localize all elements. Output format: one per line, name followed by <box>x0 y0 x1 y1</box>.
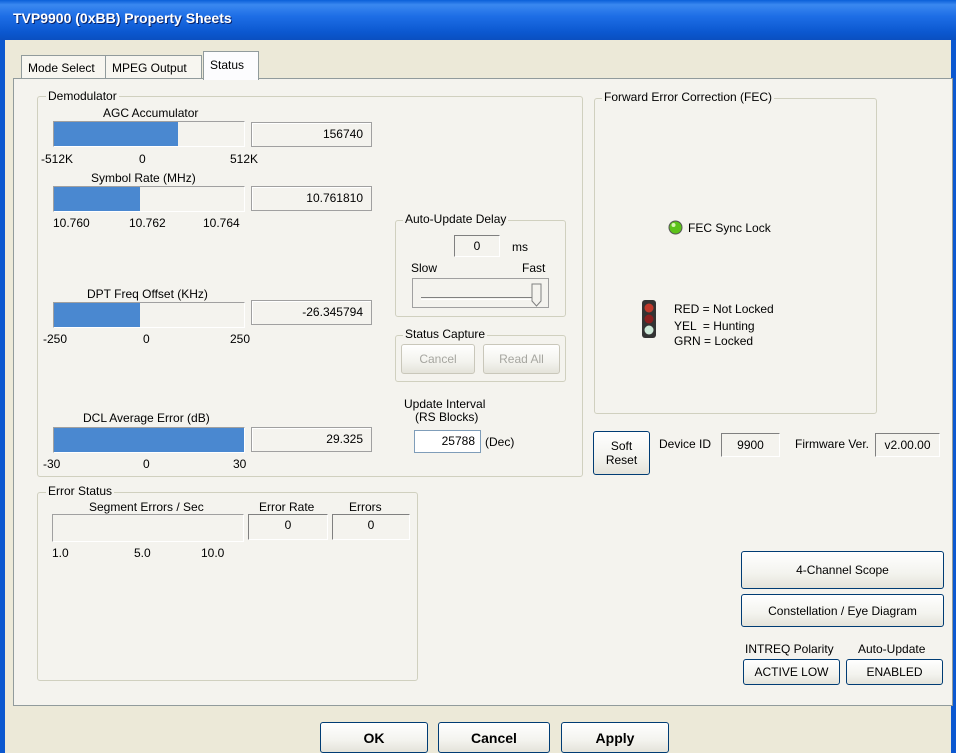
agc-label: AGC Accumulator <box>103 106 199 120</box>
fec-sync-lock-label: FEC Sync Lock <box>688 221 771 235</box>
auto-update-delay-label: Auto-Update Delay <box>403 212 509 226</box>
dpt-meter <box>53 302 245 328</box>
device-id-value: 9900 <box>721 433 780 457</box>
soft-reset-line1: Soft <box>610 439 633 453</box>
auto-update-button[interactable]: ENABLED <box>846 659 943 685</box>
soft-reset-line2: Reset <box>605 453 638 467</box>
tab-mpeg-output[interactable]: MPEG Output <box>105 55 202 79</box>
fec-group <box>594 98 877 414</box>
dcl-tick-mid: 0 <box>143 457 150 471</box>
window-title: TVP9900 (0xBB) Property Sheets <box>13 10 232 26</box>
intreq-polarity-button[interactable]: ACTIVE LOW <box>743 659 840 685</box>
errors-value: 0 <box>332 514 410 540</box>
dpt-meter-fill <box>54 303 140 327</box>
auto-update-label: Auto-Update <box>858 642 926 656</box>
dpt-label: DPT Freq Offset (KHz) <box>87 287 208 301</box>
device-id-label: Device ID <box>659 437 712 451</box>
segment-tick-mid: 5.0 <box>134 546 151 560</box>
dcl-value-box: 29.325 <box>251 427 372 452</box>
symbol-rate-meter-fill <box>54 187 140 211</box>
soft-reset-button[interactable]: Soft Reset <box>593 431 650 475</box>
dpt-tick-mid: 0 <box>143 332 150 346</box>
symbol-rate-label: Symbol Rate (MHz) <box>91 171 196 185</box>
dcl-meter <box>53 427 245 453</box>
delay-unit-label: ms <box>512 240 528 254</box>
update-interval-sublabel: (RS Blocks) <box>415 410 479 424</box>
symbol-rate-meter <box>53 186 245 212</box>
legend-yel: YEL = Hunting <box>674 319 755 333</box>
fec-sync-lock-indicator-icon <box>668 220 683 235</box>
four-channel-scope-button[interactable]: 4-Channel Scope <box>741 551 944 589</box>
error-rate-value: 0 <box>248 514 328 540</box>
error-rate-label: Error Rate <box>259 500 315 514</box>
dcl-tick-max: 30 <box>233 457 247 471</box>
slider-track <box>421 297 539 300</box>
symbol-rate-tick-min: 10.760 <box>53 216 90 230</box>
title-bar[interactable]: TVP9900 (0xBB) Property Sheets <box>0 0 956 40</box>
tab-status[interactable]: Status <box>203 51 259 80</box>
tab-label: Status <box>210 58 245 72</box>
slow-label: Slow <box>411 261 438 275</box>
segment-tick-min: 1.0 <box>52 546 69 560</box>
segment-errors-label: Segment Errors / Sec <box>89 500 204 514</box>
dpt-tick-min: -250 <box>43 332 68 346</box>
firmware-label: Firmware Ver. <box>795 437 870 451</box>
symbol-rate-tick-mid: 10.762 <box>129 216 166 230</box>
tab-label: Mode Select <box>28 61 95 75</box>
traffic-light-icon <box>641 299 657 339</box>
dcl-label: DCL Average Error (dB) <box>83 411 210 425</box>
update-interval-input[interactable]: 25788 <box>414 430 481 453</box>
error-status-label: Error Status <box>46 484 115 498</box>
update-interval-label: Update Interval <box>404 397 486 411</box>
dpt-value-box: -26.345794 <box>251 300 372 325</box>
tab-mode-select[interactable]: Mode Select <box>21 55 106 79</box>
fast-label: Fast <box>522 261 546 275</box>
update-interval-unit: (Dec) <box>485 435 515 449</box>
cancel-capture-button[interactable]: Cancel <box>401 344 475 374</box>
window-border-left <box>0 40 5 753</box>
agc-value-box: 156740 <box>251 122 372 147</box>
demodulator-group-label: Demodulator <box>46 89 119 103</box>
dcl-meter-fill <box>54 428 244 452</box>
apply-button[interactable]: Apply <box>561 722 669 753</box>
slider-thumb[interactable] <box>531 283 542 307</box>
firmware-value: v2.00.00 <box>875 433 940 457</box>
symbol-rate-value-box: 10.761810 <box>251 186 372 211</box>
tab-label: MPEG Output <box>112 61 187 75</box>
delay-slider[interactable] <box>412 278 549 308</box>
fec-group-label: Forward Error Correction (FEC) <box>602 90 775 104</box>
constellation-eye-diagram-button[interactable]: Constellation / Eye Diagram <box>741 594 944 627</box>
agc-tick-max: 512K <box>230 152 259 166</box>
legend-grn: GRN = Locked <box>674 334 754 348</box>
dpt-tick-max: 250 <box>230 332 251 346</box>
delay-value-box: 0 <box>454 235 500 257</box>
agc-tick-min: -512K <box>41 152 74 166</box>
agc-meter <box>53 121 245 147</box>
cancel-button[interactable]: Cancel <box>438 722 550 753</box>
agc-tick-mid: 0 <box>139 152 146 166</box>
status-capture-label: Status Capture <box>403 327 488 341</box>
errors-label: Errors <box>349 500 382 514</box>
dcl-tick-min: -30 <box>43 457 61 471</box>
intreq-polarity-label: INTREQ Polarity <box>745 642 834 656</box>
agc-meter-fill <box>54 122 178 146</box>
ok-button[interactable]: OK <box>320 722 428 753</box>
read-all-button[interactable]: Read All <box>483 344 560 374</box>
symbol-rate-tick-max: 10.764 <box>203 216 240 230</box>
segment-tick-max: 10.0 <box>201 546 225 560</box>
legend-red: RED = Not Locked <box>674 302 774 316</box>
segment-errors-meter <box>52 514 244 542</box>
